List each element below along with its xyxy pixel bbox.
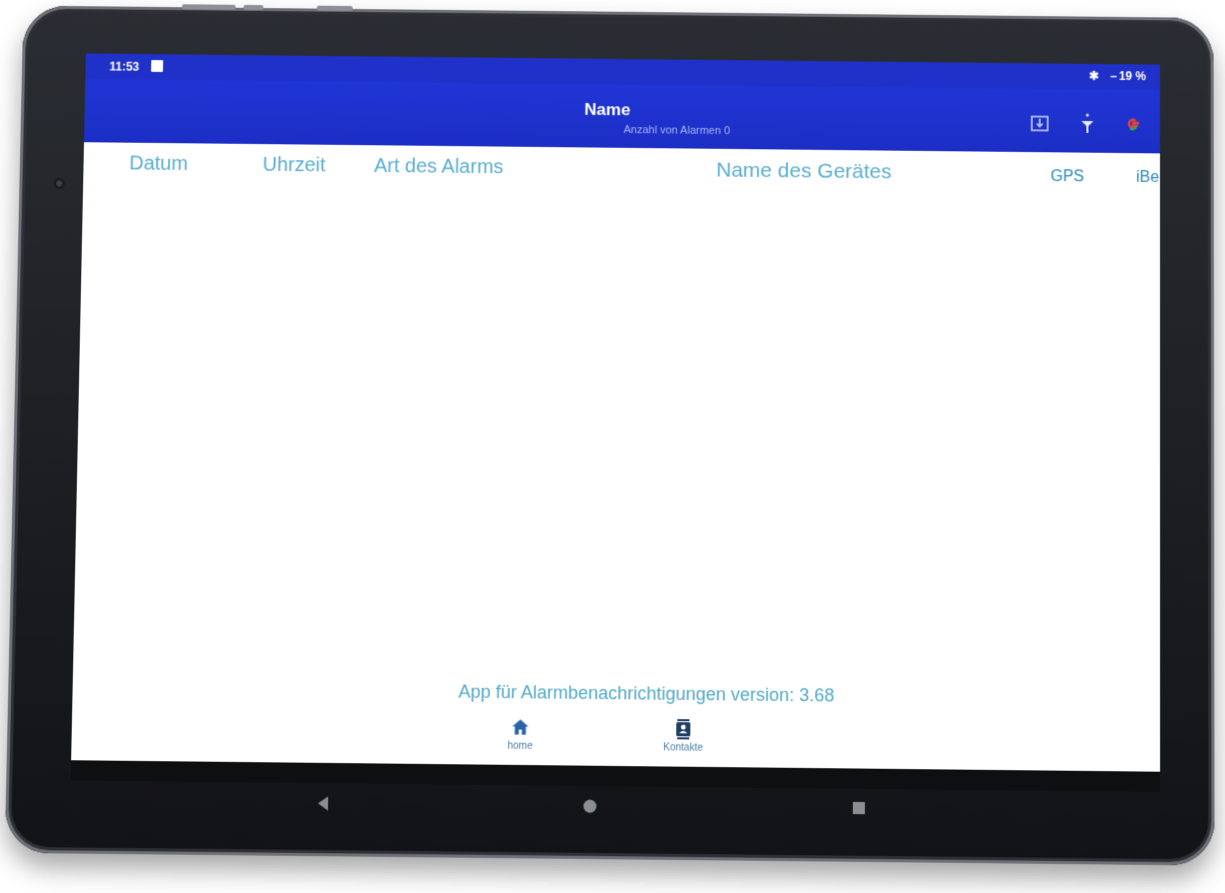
back-icon[interactable] <box>316 795 330 811</box>
recents-icon[interactable] <box>852 801 866 815</box>
version-text: App für Alarmbenachrichtigungen version:… <box>458 681 835 706</box>
column-header-gps[interactable]: GPS <box>1051 168 1085 186</box>
home-circle-icon[interactable] <box>582 798 598 814</box>
download-icon[interactable] <box>1029 113 1051 135</box>
volume-button <box>182 4 236 10</box>
google-icon[interactable] <box>1122 114 1144 136</box>
home-icon <box>512 719 529 735</box>
battery-icon: – <box>1110 69 1117 83</box>
status-right: ✱ –19 % <box>1081 69 1146 83</box>
contacts-icon <box>676 719 691 740</box>
nav-home-label: home <box>507 740 533 752</box>
nav-kontakte-label: Kontakte <box>663 742 704 754</box>
column-header-name[interactable]: Name des Gerätes <box>716 159 892 185</box>
screen: 11:53 ✱ –19 % Name Anzahl von Alarmen 0 <box>70 53 1161 792</box>
tablet-device: 11:53 ✱ –19 % Name Anzahl von Alarmen 0 <box>4 4 1215 866</box>
battery-level: 19 % <box>1118 69 1147 84</box>
nav-home[interactable]: home <box>480 716 561 752</box>
app-bar: Name Anzahl von Alarmen 0 <box>84 79 1160 154</box>
column-header-art[interactable]: Art des Alarms <box>374 155 504 179</box>
front-camera <box>53 177 66 190</box>
lamp-icon[interactable] <box>1076 113 1098 135</box>
volume-button-small <box>243 4 264 11</box>
column-header-datum[interactable]: Datum <box>129 153 188 176</box>
bluetooth-icon: ✱ <box>1089 68 1100 83</box>
column-header-ibeacon[interactable]: iBe <box>1136 169 1159 187</box>
alarm-list <box>73 182 1160 673</box>
power-button <box>316 5 353 11</box>
column-header-uhrzeit[interactable]: Uhrzeit <box>262 154 325 177</box>
status-time: 11:53 <box>109 59 140 74</box>
nav-kontakte[interactable]: Kontakte <box>643 718 724 754</box>
notification-icon <box>151 60 164 72</box>
